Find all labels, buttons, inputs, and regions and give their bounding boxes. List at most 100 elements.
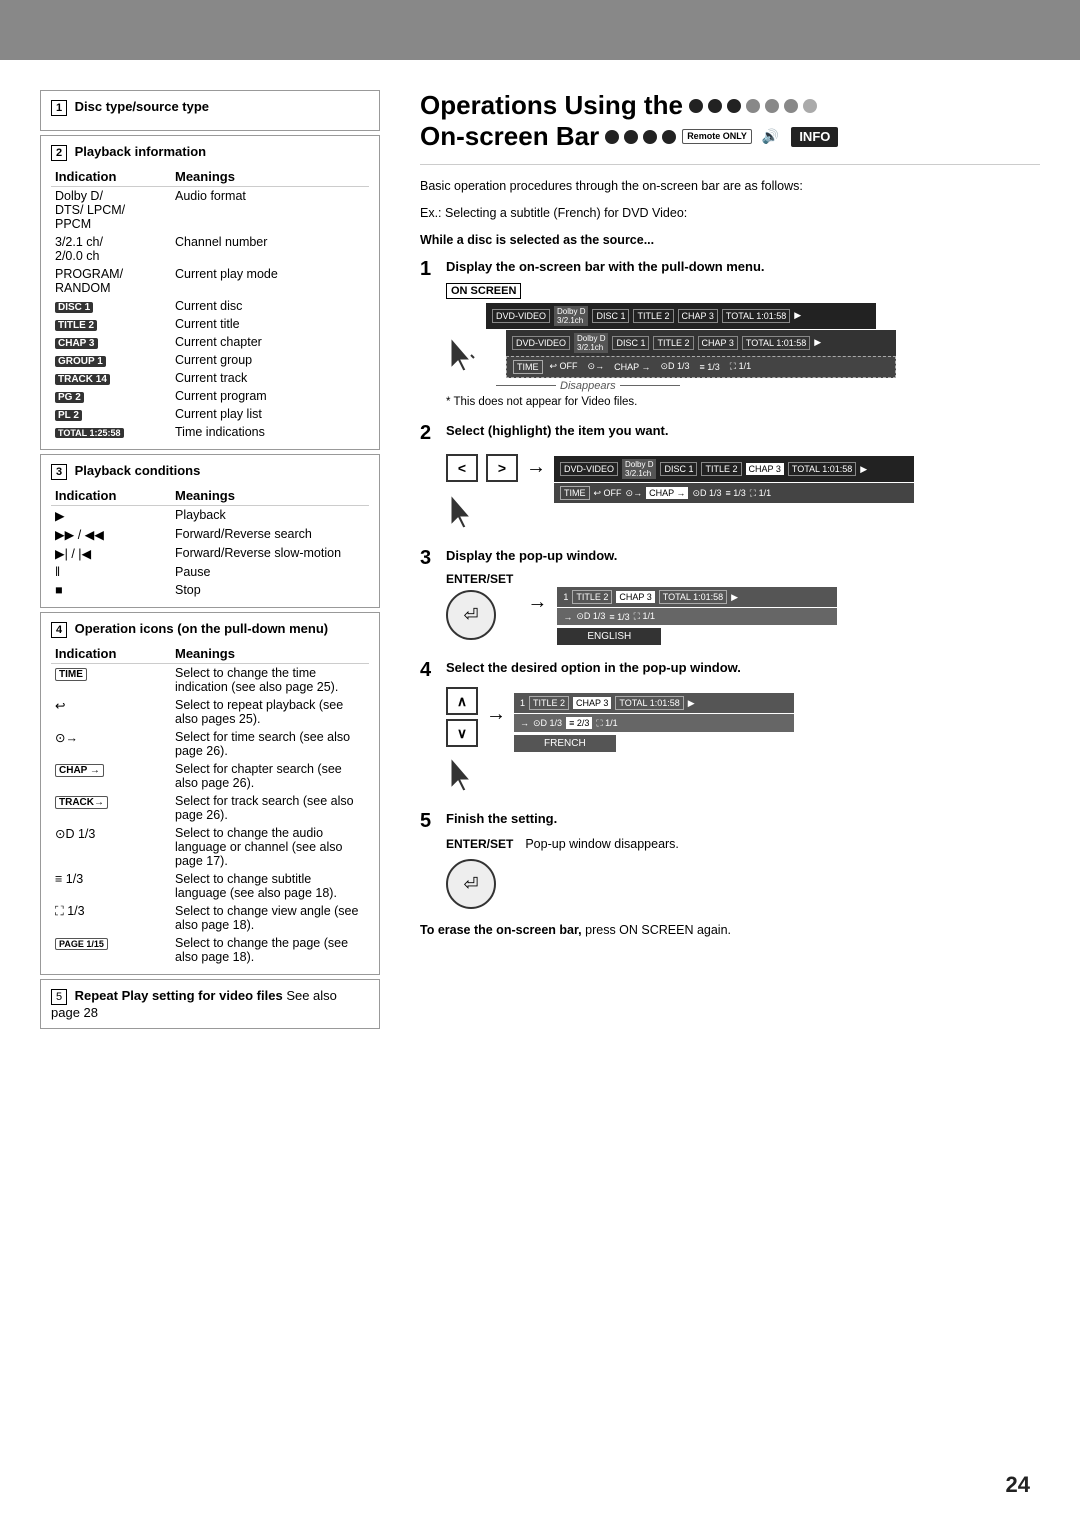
step5-container: 5 Finish the setting. ENTER/SET Pop-up w… (420, 810, 1040, 909)
table-row: ⛶ 1/3 Select to change view angle (see a… (51, 902, 369, 934)
col-meanings: Meanings (171, 644, 369, 664)
s2-angle: ⛶ 1/1 (750, 488, 771, 499)
dolby-label: Dolby D3/2.1ch (554, 306, 588, 326)
intro-line1: Basic operation procedures through the o… (420, 177, 1040, 196)
enter-device5[interactable]: ⏎ (446, 859, 496, 909)
meaning-cell: Select to change the audio language or c… (171, 824, 369, 870)
dot7 (803, 99, 817, 113)
meaning-cell: Playback (171, 506, 369, 526)
ind-cell: ▶ (51, 506, 171, 526)
disappears-arrow (620, 385, 680, 386)
ind-cell: PL 2 (51, 405, 171, 423)
disappears-area: Disappears (496, 380, 896, 392)
ind-cell: ⊙D 1/3 (51, 824, 171, 870)
right-arrow-btn[interactable]: > (486, 454, 518, 482)
dolby2: Dolby D3/2.1ch (574, 333, 608, 353)
audio-btn[interactable]: ⊙D 1/3 (657, 360, 692, 373)
total2: TOTAL 1:01:58 (742, 336, 810, 350)
play-icon: ▶ (794, 310, 801, 321)
time-search-btn[interactable]: ⊙→ (585, 360, 608, 373)
ind-cell: ↩ (51, 696, 171, 728)
meaning-cell: Current play mode (171, 265, 369, 297)
ops-title-text2: On-screen Bar (420, 121, 599, 152)
dot2 (708, 99, 722, 113)
left-arrow-btn[interactable]: < (446, 454, 478, 482)
step2-screen: DVD-VIDEO Dolby D3/2.1ch DISC 1 TITLE 2 … (554, 456, 914, 503)
ind-cell: 3/2.1 ch/2/0.0 ch (51, 233, 171, 265)
s2-total: TOTAL 1:01:58 (788, 462, 856, 476)
disappears-line (496, 385, 556, 386)
col-meanings: Meanings (171, 167, 369, 187)
meaning-cell: Stop (171, 581, 369, 599)
erase-note-strong: To erase the on-screen bar, (420, 923, 582, 937)
subtitle-btn[interactable]: ≡ 1/3 (697, 361, 723, 373)
enter-set-label5: ENTER/SET (446, 837, 513, 851)
ind-cell: TRACK→ (51, 792, 171, 824)
meaning-cell: Select to change the page (see also page… (171, 934, 369, 966)
step4-arrow-icon: → (486, 703, 506, 726)
step1-pulldown-bar: TIME ↩ OFF ⊙→ CHAP → ⊙D 1/3 ≡ 1/3 ⛶ 1/1 (506, 356, 896, 378)
s3-total: TOTAL 1:01:58 (659, 590, 727, 604)
table-row: CHAP → Select for chapter search (see al… (51, 760, 369, 792)
angle-btn[interactable]: ⛶ 1/1 (727, 360, 754, 373)
table-row: TIME Select to change the time indicatio… (51, 664, 369, 697)
step2-cursor (446, 490, 518, 533)
chap-search-btn[interactable]: CHAP → (611, 361, 653, 373)
col-indication: Indication (51, 644, 171, 664)
repeat-btn[interactable]: ↩ OFF (547, 360, 581, 373)
s2-dolby: Dolby D3/2.1ch (622, 459, 656, 479)
section3: 3 Playback conditions Indication Meaning… (40, 454, 380, 608)
meaning-cell: Select to repeat playback (see also page… (171, 696, 369, 728)
ind-cell: ▶| / |◀ (51, 544, 171, 563)
s2-title: TITLE 2 (701, 462, 741, 476)
ops-title-line2: On-screen Bar Remote ONLY 🔊 INFO (420, 121, 1040, 152)
ind-cell: TOTAL 1:25:58 (51, 423, 171, 441)
col-indication: Indication (51, 486, 171, 506)
step5-content: Finish the setting. ENTER/SET Pop-up win… (446, 810, 1040, 909)
title-divider (420, 164, 1040, 165)
step1-body: ON SCREEN (446, 282, 1040, 408)
s2-disc: DISC 1 (660, 462, 697, 476)
ind-cell: Dolby D/DTS/ LPCM/PPCM (51, 187, 171, 234)
table-row: ⊙D 1/3 Select to change the audio langua… (51, 824, 369, 870)
step3-left: ENTER/SET ⏎ (446, 571, 517, 640)
down-btn[interactable]: ∨ (446, 719, 478, 747)
step3-label: Display the pop-up window. (446, 547, 1040, 565)
s2-dvd: DVD-VIDEO (560, 462, 618, 476)
section5-title: Repeat Play setting for video files (75, 988, 283, 1003)
section1-num: 1 (51, 100, 67, 116)
s4-play: ▶ (688, 698, 695, 709)
step3-bar2: → ⊙D 1/3 ≡ 1/3 ⛶ 1/1 (557, 608, 837, 625)
meaning-cell: Current program (171, 387, 369, 405)
cursor4-icon (446, 753, 476, 793)
section2-table: Indication Meanings Dolby D/DTS/ LPCM/PP… (51, 167, 369, 441)
time-btn[interactable]: TIME (513, 360, 543, 374)
s3-chap: CHAP 3 (616, 591, 654, 603)
up-btn[interactable]: ∧ (446, 687, 478, 715)
section5-num: 5 (51, 989, 67, 1005)
step3-container: 3 Display the pop-up window. ENTER/SET ⏎… (420, 547, 1040, 645)
s2-search: ⊙→ (626, 488, 643, 499)
enter-device3[interactable]: ⏎ (446, 590, 496, 640)
dot6 (784, 99, 798, 113)
page-wrapper: 1 Disc type/source type 2 Playback infor… (0, 0, 1080, 1528)
ind-cell: PROGRAM/RANDOM (51, 265, 171, 297)
step4-content: Select the desired option in the pop-up … (446, 659, 1040, 796)
meaning-cell: Select to change view angle (see also pa… (171, 902, 369, 934)
ind-cell: PG 2 (51, 387, 171, 405)
step3-screen: 1 TITLE 2 CHAP 3 TOTAL 1:01:58 ▶ → ⊙D 1/… (557, 587, 837, 645)
meaning-cell: Time indications (171, 423, 369, 441)
table-row: PAGE 1/15 Select to change the page (see… (51, 934, 369, 966)
cursor2-icon (446, 490, 476, 530)
table-row: TRACK→ Select for track search (see also… (51, 792, 369, 824)
ops-title-text1: Operations Using the (420, 90, 683, 121)
meaning-cell: Forward/Reverse slow-motion (171, 544, 369, 563)
step5-label: Finish the setting. (446, 810, 1040, 828)
s2-chap-hi2: CHAP → (646, 487, 688, 499)
s2-time: TIME (560, 486, 590, 500)
step1-bar-top: DVD-VIDEO Dolby D3/2.1ch DISC 1 TITLE 2 … (486, 303, 876, 329)
meaning-cell: Current title (171, 315, 369, 333)
s2-chap-hi: CHAP 3 (746, 463, 784, 475)
up-down-group: ∧ ∨ (446, 687, 478, 747)
section1: 1 Disc type/source type (40, 90, 380, 131)
